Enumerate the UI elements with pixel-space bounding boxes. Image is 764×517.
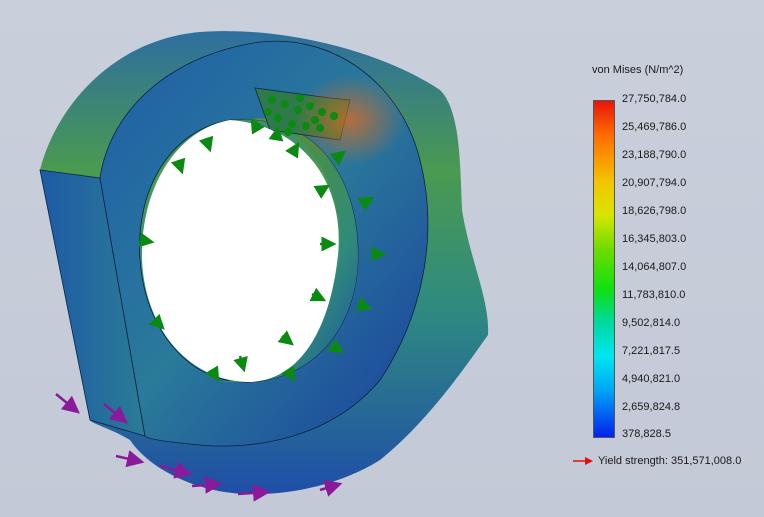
- fixture-arrow: [319, 479, 343, 497]
- legend-tick-label: 20,907,794.0: [622, 177, 687, 189]
- fixture-arrow: [55, 393, 80, 414]
- legend-tick-label: 25,469,786.0: [622, 121, 687, 133]
- legend-tick-label: 7,221,817.5: [622, 345, 681, 357]
- legend-tick-label: 11,783,810.0: [622, 289, 686, 301]
- legend-tick-label: 378,828.5: [622, 428, 671, 440]
- legend-tick-label: 18,626,798.0: [622, 205, 687, 217]
- bore-opening: [141, 120, 339, 382]
- yield-strength-label: Yield strength: 351,571,008.0: [598, 455, 742, 467]
- yield-arrow-icon: [573, 457, 593, 465]
- legend-tick-label: 23,188,790.0: [622, 149, 687, 161]
- model-viewport[interactable]: [0, 0, 560, 517]
- yield-strength-indicator: Yield strength: 351,571,008.0: [572, 455, 741, 467]
- legend-tick-label: 27,750,784.0: [622, 93, 687, 105]
- legend-tick-label: 2,659,824.8: [622, 401, 681, 413]
- part-body: [39, 31, 489, 495]
- legend-tick-label: 4,940,821.0: [622, 373, 681, 385]
- fixture-arrow: [115, 450, 145, 468]
- legend-tick-label: 16,345,803.0: [622, 233, 687, 245]
- legend-tick-label: 9,502,814.0: [622, 317, 681, 329]
- legend-tick-label: 14,064,807.0: [622, 261, 687, 273]
- color-scale-bar: [593, 100, 615, 438]
- legend-title: von Mises (N/m^2): [592, 64, 684, 76]
